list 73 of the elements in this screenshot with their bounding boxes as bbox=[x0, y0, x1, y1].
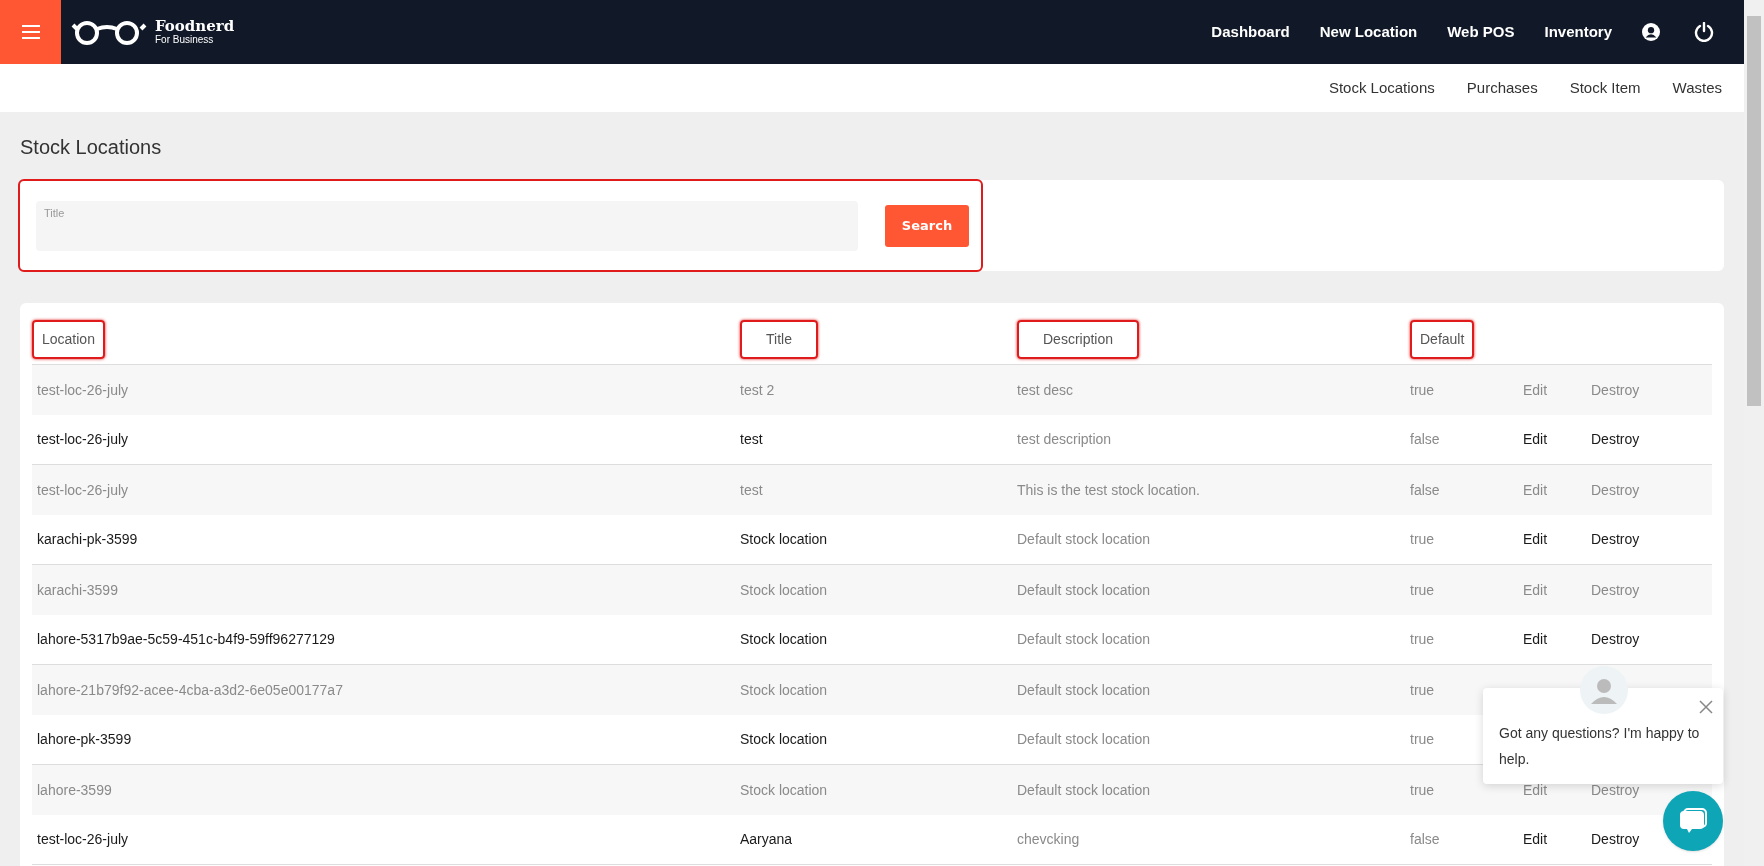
table-cell-text: karachi-3599 bbox=[36, 580, 119, 600]
table-cell: true bbox=[1410, 631, 1435, 647]
table-cell-text: Stock location bbox=[740, 580, 829, 600]
column-header: Default bbox=[1410, 320, 1475, 359]
table-cell-text: chevcking bbox=[1017, 830, 1081, 849]
table-cell-text: Aaryana bbox=[740, 830, 794, 849]
page-title: Stock Locations bbox=[20, 135, 163, 160]
nav-link[interactable]: New Location bbox=[1319, 20, 1418, 44]
row-action-link[interactable]: Destroy bbox=[1591, 429, 1640, 450]
scrollbar-thumb[interactable] bbox=[1747, 16, 1761, 406]
table-cell-text: Default stock location bbox=[1017, 630, 1152, 649]
table-cell-text: Stock location bbox=[740, 530, 829, 549]
row-action-link[interactable]: Destroy bbox=[1591, 829, 1640, 850]
table-cell: false bbox=[1410, 481, 1440, 498]
table-cell-text: Stock location bbox=[740, 730, 829, 749]
nav-link[interactable]: Dashboard bbox=[1211, 20, 1290, 44]
table-cell-text: test-loc-26-july bbox=[36, 830, 130, 849]
table-cell: true bbox=[1410, 581, 1435, 598]
table-cell-text: test bbox=[740, 480, 764, 500]
table-cell: false bbox=[1410, 831, 1440, 847]
table-cell: true bbox=[1410, 731, 1435, 747]
column-header: Description bbox=[1017, 320, 1140, 359]
table-cell-text: lahore-3599 bbox=[36, 780, 113, 800]
column-header: Title bbox=[740, 320, 818, 359]
table-cell-text: test desc bbox=[1017, 380, 1075, 400]
sub-nav-link[interactable]: Wastes bbox=[1672, 76, 1722, 100]
table-cell-text: test-loc-26-july bbox=[36, 480, 130, 500]
table-cell-text: lahore-5317b9ae-5c59-451c-b4f9-59ff96277129 bbox=[36, 630, 336, 649]
table-cell-text: test 2 bbox=[740, 380, 776, 400]
close-icon[interactable] bbox=[1699, 700, 1713, 714]
row-action-link[interactable]: Edit bbox=[1523, 429, 1591, 450]
table-cell-text: test bbox=[740, 430, 764, 449]
power-icon[interactable] bbox=[1694, 22, 1714, 42]
brand-name: Foodnerd bbox=[155, 19, 235, 34]
sub-nav-link[interactable]: Purchases bbox=[1466, 76, 1538, 100]
table-cell: true bbox=[1410, 531, 1435, 547]
row-action-link[interactable]: Edit bbox=[1523, 829, 1591, 850]
menu-button[interactable] bbox=[0, 0, 61, 64]
sub-nav-link[interactable]: Stock Locations bbox=[1328, 76, 1435, 100]
table-cell: true bbox=[1410, 381, 1435, 398]
chat-message: Got any questions? I'm happy to help. bbox=[1499, 724, 1701, 769]
table-cell-text: Default stock location bbox=[1017, 530, 1152, 549]
table-cell: true bbox=[1410, 681, 1435, 698]
title-input-field[interactable]: Title bbox=[36, 200, 858, 251]
table-cell-text: Default stock location bbox=[1017, 580, 1152, 600]
row-action-link[interactable]: Destroy bbox=[1591, 629, 1640, 650]
table-cell-text: Stock location bbox=[740, 780, 829, 800]
table-cell-text: karachi-pk-3599 bbox=[36, 530, 139, 549]
table-cell-text: test-loc-26-july bbox=[36, 380, 130, 400]
brand-tagline: For Business bbox=[155, 35, 215, 45]
sub-nav-link[interactable]: Stock Item bbox=[1569, 76, 1641, 100]
table-cell-text: Stock location bbox=[740, 680, 829, 700]
menu-icon bbox=[20, 24, 41, 40]
table-cell: true bbox=[1410, 781, 1435, 798]
row-action-link[interactable]: Edit bbox=[1523, 529, 1591, 550]
row-action-link[interactable]: Destroy bbox=[1591, 529, 1640, 550]
table-cell-text: test-loc-26-july bbox=[36, 430, 130, 449]
table-cell-text: Default stock location bbox=[1017, 680, 1152, 700]
chat-bubble-icon bbox=[1678, 807, 1708, 835]
user-account-icon[interactable] bbox=[1642, 23, 1660, 41]
glasses-logo-icon bbox=[71, 19, 147, 45]
table-cell: false bbox=[1410, 431, 1440, 447]
nav-link[interactable]: Inventory bbox=[1544, 20, 1612, 44]
column-header: Location bbox=[32, 320, 105, 359]
table-cell-text: lahore-21b79f92-acee-4cba-a3d2-6e05e00177a7 bbox=[36, 680, 344, 700]
nav-link[interactable]: Web POS bbox=[1447, 20, 1515, 44]
table-cell-text: lahore-pk-3599 bbox=[36, 730, 133, 749]
table-cell-text: This is the test stock location. bbox=[1017, 480, 1201, 500]
table-cell-text: Default stock location bbox=[1017, 780, 1152, 800]
table-cell-text: Default stock location bbox=[1017, 730, 1152, 749]
table-cell-text: test description bbox=[1017, 430, 1113, 449]
row-action-link[interactable]: Edit bbox=[1523, 629, 1591, 650]
table-cell-text: Stock location bbox=[740, 630, 829, 649]
